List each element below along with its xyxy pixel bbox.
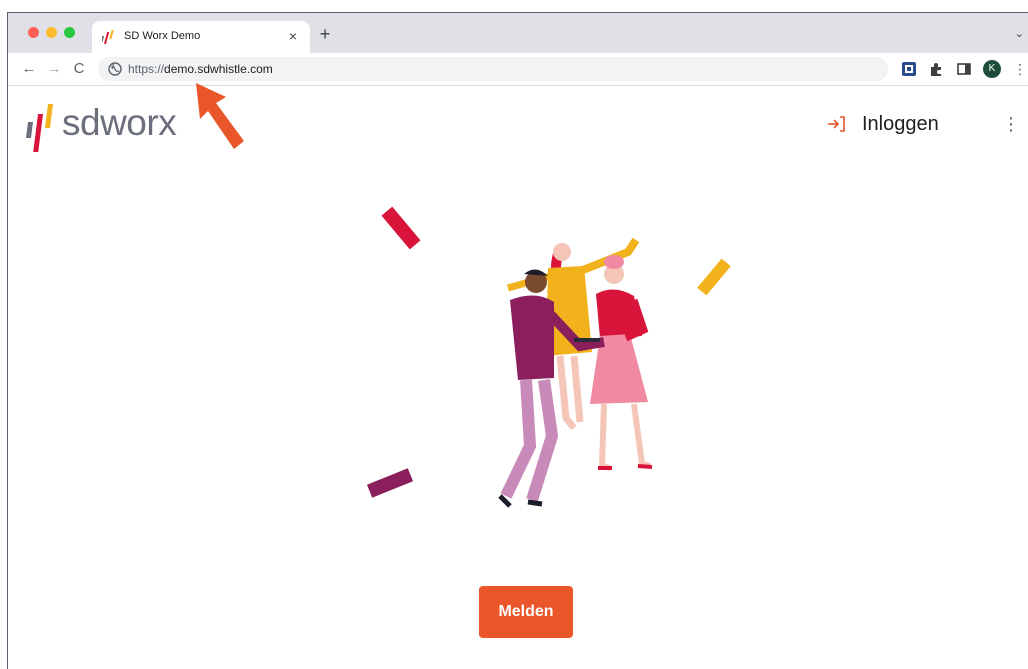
tab-strip: SD Worx Demo × + ⌄ xyxy=(8,13,1028,53)
url-scheme: https:// xyxy=(128,62,165,76)
tab-close-icon[interactable]: × xyxy=(284,27,302,45)
new-tab-button[interactable]: + xyxy=(316,25,334,43)
browser-tab[interactable]: SD Worx Demo × xyxy=(92,21,310,53)
browser-toolbar: ← → C https://demo.sdwhistle.com K ⋮ xyxy=(8,53,1028,86)
reload-button[interactable]: C xyxy=(70,60,88,78)
confetti-red xyxy=(381,206,421,250)
browser-menu-icon[interactable]: ⋮ xyxy=(1013,60,1027,78)
extension-app-icon[interactable] xyxy=(901,61,917,77)
confetti-yellow xyxy=(697,258,731,296)
side-panel-icon[interactable] xyxy=(956,61,972,77)
sdworx-logo-mark-icon xyxy=(26,104,53,154)
url-host: demo.sdwhistle.com xyxy=(164,62,273,76)
profile-avatar[interactable]: K xyxy=(983,60,1001,78)
logo-text: sdworx xyxy=(62,102,177,143)
forward-button[interactable]: → xyxy=(45,60,63,78)
sdworx-favicon-icon xyxy=(102,30,114,44)
person-pink xyxy=(590,255,653,471)
tab-search-chevron-icon[interactable]: ⌄ xyxy=(1015,27,1024,40)
address-bar[interactable]: https://demo.sdwhistle.com xyxy=(98,57,888,81)
maximize-window-button[interactable] xyxy=(64,27,75,38)
extensions-puzzle-icon[interactable] xyxy=(928,61,944,77)
login-arrow-icon xyxy=(828,116,845,132)
report-button[interactable]: Melden xyxy=(479,586,573,638)
people-celebrating-illustration xyxy=(366,206,731,508)
login-link[interactable]: Inloggen xyxy=(826,110,939,138)
person-purple xyxy=(498,269,605,508)
minimize-window-button[interactable] xyxy=(46,27,57,38)
browser-window: SD Worx Demo × + ⌄ ← → C https://demo.sd… xyxy=(7,12,1028,669)
url-text[interactable]: https://demo.sdwhistle.com xyxy=(128,62,273,76)
close-window-button[interactable] xyxy=(28,27,39,38)
tab-title: SD Worx Demo xyxy=(124,30,201,42)
sdworx-logo[interactable]: sdworx xyxy=(22,92,192,154)
back-button[interactable]: ← xyxy=(20,60,38,78)
confetti-purple xyxy=(366,468,414,498)
annotation-arrow-icon xyxy=(196,83,244,149)
globe-icon[interactable] xyxy=(108,62,122,76)
page-content: sdworx Inloggen ⋮ Melden xyxy=(8,86,1028,669)
login-label: Inloggen xyxy=(862,112,939,135)
page-menu-icon[interactable]: ⋮ xyxy=(1002,112,1020,136)
